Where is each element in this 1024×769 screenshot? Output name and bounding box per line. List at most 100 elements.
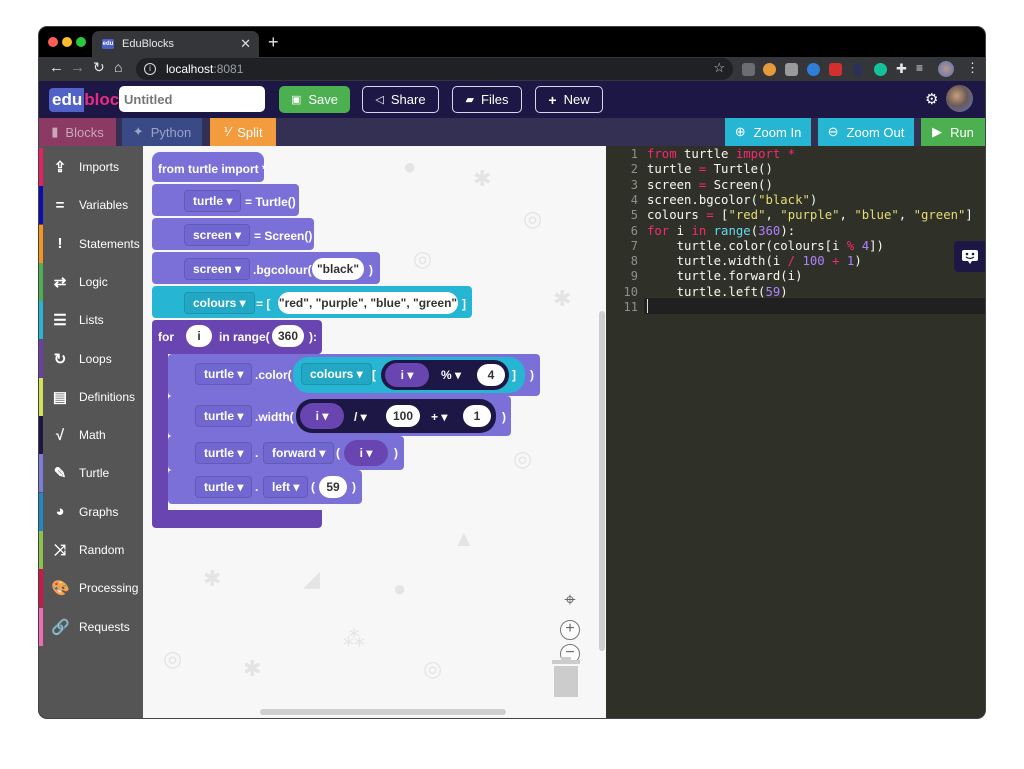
files-button[interactable]: ▰ Files xyxy=(452,86,522,113)
blocks-workspace[interactable]: ● ✱ ◎ ◎ ✱ ◎ ▲ ✱ ◢ ● ◎ ✱ ◎ ⁂ from turtle … xyxy=(143,146,606,718)
redo-icon: ↻ xyxy=(53,350,67,368)
workspace-vertical-scrollbar[interactable] xyxy=(599,311,605,651)
extension-grammarly-icon[interactable] xyxy=(874,63,887,76)
toolbox-category-processing[interactable]: 🎨 Processing xyxy=(39,569,143,608)
media-queue-icon[interactable]: ≡ xyxy=(916,61,923,75)
bookmark-star-icon[interactable]: ☆ xyxy=(713,60,725,76)
colours-var-dropdown[interactable]: colours ▾ xyxy=(184,292,255,314)
zoom-out-button[interactable]: ⊖ Zoom Out xyxy=(818,118,914,146)
toolbox-category-requests[interactable]: 🔗 Requests xyxy=(39,607,143,646)
extension-red-icon[interactable] xyxy=(829,63,842,76)
left-value-input[interactable]: 59 xyxy=(319,476,347,498)
code-line[interactable] xyxy=(647,300,985,315)
dropdown-label: % xyxy=(441,368,452,382)
mod-var-dropdown[interactable]: i ▾ xyxy=(385,363,429,387)
left-method-dropdown[interactable]: left ▾ xyxy=(263,476,309,498)
code-line[interactable]: colours = ["red", "purple", "blue", "gre… xyxy=(647,208,985,223)
toolbox-category-statements[interactable]: ! Statements xyxy=(39,224,143,263)
screen-var-dropdown[interactable]: screen ▾ xyxy=(184,224,251,246)
line-number: 4 xyxy=(630,192,638,207)
toolbox-category-graphs[interactable]: ◕ Graphs xyxy=(39,492,143,531)
color-obj-dropdown[interactable]: turtle ▾ xyxy=(195,363,253,385)
new-tab-button[interactable]: + xyxy=(268,32,279,53)
toolbox-category-math[interactable]: √ Math xyxy=(39,416,143,455)
extension-k-icon[interactable] xyxy=(785,63,798,76)
settings-gear-icon[interactable]: ⚙ xyxy=(925,90,938,108)
forward-obj-dropdown[interactable]: turtle ▾ xyxy=(195,442,253,464)
browser-menu-icon[interactable]: ⋮ xyxy=(966,60,979,76)
code-line[interactable]: screen.bgcolor("black") xyxy=(647,193,985,208)
for-var-input[interactable]: i xyxy=(186,325,212,347)
tab-split[interactable]: ⅟ Split xyxy=(210,118,276,146)
add-value-input[interactable]: 1 xyxy=(463,405,491,427)
address-bar-row: ← → ↻ ⌂ i localhost:8081 ☆ ✚ ≡ ⋮ xyxy=(39,57,985,81)
run-button[interactable]: ▶ Run xyxy=(921,118,985,146)
extension-r-icon[interactable] xyxy=(807,63,820,76)
workspace-horizontal-scrollbar[interactable] xyxy=(260,709,506,715)
left-obj-dropdown[interactable]: turtle ▾ xyxy=(195,476,253,498)
home-icon[interactable]: ⌂ xyxy=(114,59,122,75)
code-line[interactable]: turtle.width(i / 100 + 1) xyxy=(647,254,985,269)
code-line[interactable]: turtle.color(colours[i % 4]) xyxy=(647,239,985,254)
forward-arg-dropdown[interactable]: i ▾ xyxy=(344,440,388,466)
zoom-in-button[interactable]: ⊕ Zoom In xyxy=(725,118,811,146)
turtle-var-dropdown[interactable]: turtle ▾ xyxy=(184,190,242,212)
toolbox-category-random[interactable]: ⤨ Random xyxy=(39,531,143,569)
forward-method-dropdown[interactable]: forward ▾ xyxy=(263,442,335,464)
back-arrow-icon[interactable]: ← xyxy=(49,59,64,76)
extension-cookie-icon[interactable] xyxy=(763,63,776,76)
toolbox-category-variables[interactable]: = Variables xyxy=(39,186,143,225)
code-line[interactable]: turtle.left(59) xyxy=(647,285,985,300)
save-button[interactable]: ▣ Save xyxy=(279,86,350,113)
line-number: 7 xyxy=(630,238,638,253)
profile-avatar-icon[interactable] xyxy=(938,61,954,77)
colours-list-dropdown[interactable]: colours ▾ xyxy=(301,363,372,385)
project-title-input[interactable] xyxy=(119,86,265,112)
close-tab-icon[interactable]: ✕ xyxy=(240,36,251,52)
mod-value-input[interactable]: 4 xyxy=(477,364,505,386)
extension-lamp-icon[interactable] xyxy=(854,63,862,76)
toolbox-category-turtle[interactable]: ✎ Turtle xyxy=(39,454,143,493)
code-line[interactable]: turtle = Turtle() xyxy=(647,162,985,177)
toolbox-category-loops[interactable]: ↻ Loops xyxy=(39,339,143,378)
colours-value-input[interactable]: "red", "purple", "blue", "green" xyxy=(278,292,458,314)
range-value-input[interactable]: 360 xyxy=(272,325,304,347)
extensions-puzzle-icon[interactable]: ✚ xyxy=(896,61,907,77)
toolbox-category-definitions[interactable]: ▤ Definitions xyxy=(39,377,143,416)
workspace-zoom-in-icon[interactable]: + xyxy=(560,620,580,640)
bgcolour-value-input[interactable]: "black" xyxy=(312,258,364,280)
close-window-button[interactable] xyxy=(48,37,58,47)
browser-tab[interactable]: edu EduBlocks ✕ xyxy=(92,31,259,57)
url-bar[interactable]: i localhost:8081 ☆ xyxy=(136,58,733,80)
extension-shield-icon[interactable] xyxy=(742,63,755,76)
add-op-dropdown[interactable]: + ▾ xyxy=(431,410,447,424)
reload-icon[interactable]: ↻ xyxy=(93,59,105,76)
site-info-icon[interactable]: i xyxy=(144,63,156,75)
width-obj-dropdown[interactable]: turtle ▾ xyxy=(195,405,253,427)
div-op-dropdown[interactable]: / ▾ xyxy=(354,410,367,424)
toolbox-category-lists[interactable]: ☰ Lists xyxy=(39,301,143,340)
recenter-icon[interactable]: ⌖ xyxy=(560,590,580,610)
code-line[interactable]: turtle.forward(i) xyxy=(647,269,985,284)
toolbox-category-logic[interactable]: ⇄ Logic xyxy=(39,262,143,301)
tab-blocks[interactable]: ▮ Blocks xyxy=(39,118,116,146)
chat-support-button[interactable] xyxy=(954,241,985,272)
user-avatar[interactable] xyxy=(946,85,973,112)
new-button[interactable]: + New xyxy=(535,86,603,113)
trash-icon[interactable] xyxy=(552,657,580,697)
python-code-editor[interactable]: 1 2 3 4 5 6 7 8 9 10 11 from turtle import * turtle… xyxy=(606,146,985,718)
category-label: Variables xyxy=(79,198,129,213)
code-line[interactable]: screen = Screen() xyxy=(647,178,985,193)
mod-op-dropdown[interactable]: % ▾ xyxy=(441,368,461,382)
code-line[interactable]: for i in range(360): xyxy=(647,224,985,239)
forward-arrow-icon[interactable]: → xyxy=(70,59,85,76)
toolbox-category-imports[interactable]: ⇪ Imports xyxy=(39,148,143,186)
tab-python[interactable]: ✦ Python xyxy=(122,118,202,146)
div-var-dropdown[interactable]: i ▾ xyxy=(300,403,344,429)
share-button[interactable]: ◁ Share xyxy=(362,86,439,113)
div-value-input[interactable]: 100 xyxy=(386,405,420,427)
code-line[interactable]: from turtle import * xyxy=(647,147,985,162)
minimize-window-button[interactable] xyxy=(62,37,72,47)
screen-var2-dropdown[interactable]: screen ▾ xyxy=(184,258,251,280)
maximize-window-button[interactable] xyxy=(76,37,86,47)
